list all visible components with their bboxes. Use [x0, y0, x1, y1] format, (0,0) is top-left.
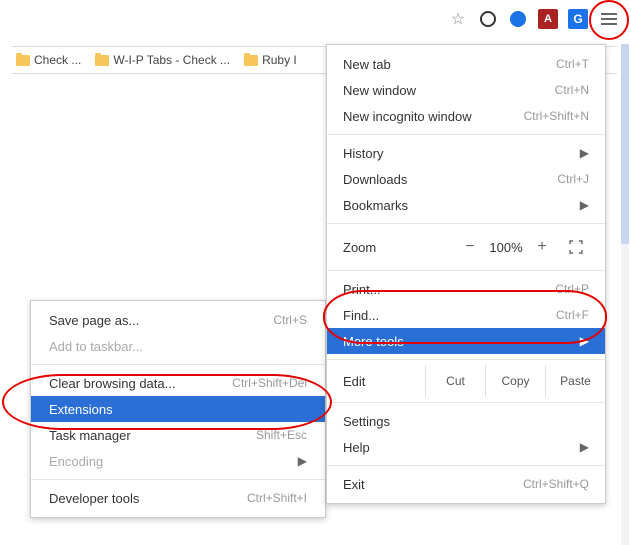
menu-item-incognito[interactable]: New incognito window Ctrl+Shift+N: [327, 103, 605, 129]
menu-separator: [327, 465, 605, 466]
menu-item-new-window[interactable]: New window Ctrl+N: [327, 77, 605, 103]
folder-icon: [16, 55, 30, 66]
chevron-right-icon: ▶: [580, 198, 589, 212]
bookmark-item[interactable]: Ruby I: [244, 53, 297, 67]
submenu-item-clear-data[interactable]: Clear browsing data... Ctrl+Shift+Del: [31, 370, 325, 396]
menu-separator: [327, 270, 605, 271]
submenu-item-extensions[interactable]: Extensions: [31, 396, 325, 422]
menu-item-help[interactable]: Help ▶: [327, 434, 605, 460]
bookmark-label: Check ...: [34, 53, 81, 67]
submenu-item-save-page[interactable]: Save page as... Ctrl+S: [31, 307, 325, 333]
paste-button[interactable]: Paste: [545, 365, 605, 397]
submenu-item-encoding[interactable]: Encoding ▶: [31, 448, 325, 474]
edit-label: Edit: [343, 374, 425, 389]
folder-icon: [244, 55, 258, 66]
menu-button[interactable]: [597, 7, 621, 31]
menu-item-print[interactable]: Print... Ctrl+P: [327, 276, 605, 302]
menu-item-new-tab[interactable]: New tab Ctrl+T: [327, 51, 605, 77]
menu-separator: [327, 134, 605, 135]
scroll-thumb[interactable]: [621, 44, 629, 244]
chevron-right-icon: ▶: [580, 146, 589, 160]
bookmark-item[interactable]: Check ...: [16, 53, 81, 67]
page-scrollbar[interactable]: [621, 44, 629, 545]
more-tools-submenu: Save page as... Ctrl+S Add to taskbar...…: [30, 300, 326, 518]
menu-item-downloads[interactable]: Downloads Ctrl+J: [327, 166, 605, 192]
bookmark-item[interactable]: W-I-P Tabs - Check ...: [95, 53, 230, 67]
menu-separator: [327, 359, 605, 360]
menu-separator: [327, 223, 605, 224]
adobe-icon[interactable]: A: [537, 8, 559, 30]
copy-button[interactable]: Copy: [485, 365, 545, 397]
chrome-main-menu: New tab Ctrl+T New window Ctrl+N New inc…: [326, 44, 606, 504]
chevron-right-icon: ▶: [298, 454, 307, 468]
submenu-item-dev-tools[interactable]: Developer tools Ctrl+Shift+I: [31, 485, 325, 511]
cut-button[interactable]: Cut: [425, 365, 485, 397]
bookmark-label: W-I-P Tabs - Check ...: [113, 53, 230, 67]
toolbar: ☆ A G: [447, 6, 621, 32]
folder-icon: [95, 55, 109, 66]
zoom-value: 100%: [483, 240, 529, 255]
submenu-item-add-taskbar[interactable]: Add to taskbar...: [31, 333, 325, 359]
menu-item-find[interactable]: Find... Ctrl+F: [327, 302, 605, 328]
zoom-out-button[interactable]: −: [457, 234, 483, 260]
translate-icon[interactable]: G: [567, 8, 589, 30]
menu-separator: [31, 479, 325, 480]
menu-item-exit[interactable]: Exit Ctrl+Shift+Q: [327, 471, 605, 497]
menu-item-history[interactable]: History ▶: [327, 140, 605, 166]
zoom-in-button[interactable]: +: [529, 234, 555, 260]
chevron-right-icon: ▶: [580, 440, 589, 454]
submenu-item-task-manager[interactable]: Task manager Shift+Esc: [31, 422, 325, 448]
menu-separator: [31, 364, 325, 365]
chevron-right-icon: ▶: [580, 334, 589, 348]
zoom-label: Zoom: [343, 240, 457, 255]
menu-item-bookmarks[interactable]: Bookmarks ▶: [327, 192, 605, 218]
menu-item-more-tools[interactable]: More tools ▶: [327, 328, 605, 354]
extension-icon-2[interactable]: [507, 8, 529, 30]
menu-item-zoom: Zoom − 100% +: [327, 229, 605, 265]
menu-item-edit: Edit Cut Copy Paste: [327, 365, 605, 397]
extension-icon-1[interactable]: [477, 8, 499, 30]
bookmark-label: Ruby I: [262, 53, 297, 67]
menu-separator: [327, 402, 605, 403]
fullscreen-button[interactable]: [563, 234, 589, 260]
menu-item-settings[interactable]: Settings: [327, 408, 605, 434]
bookmark-star-icon[interactable]: ☆: [447, 8, 469, 30]
